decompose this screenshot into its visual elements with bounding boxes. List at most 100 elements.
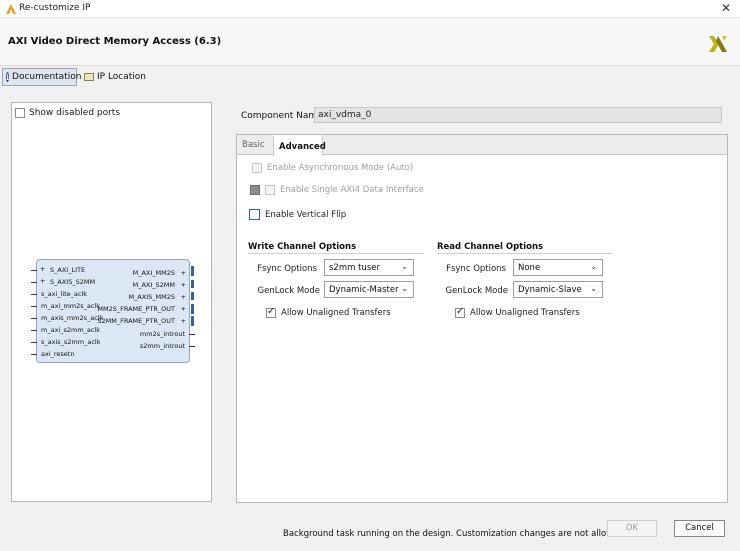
ip-heading: AXI Video Direct Memory Access (6.3) bbox=[8, 36, 222, 47]
vertical-flip-checkbox[interactable] bbox=[249, 209, 260, 220]
chevron-down-icon: ⌄ bbox=[590, 262, 597, 271]
component-name-label: Component Name bbox=[241, 111, 323, 121]
write-genlock-dropdown[interactable]: Dynamic-Master ⌄ bbox=[324, 281, 414, 298]
title-bar: Re-customize IP ✕ bbox=[0, 0, 740, 18]
port-label: s_axi_lite_aclk bbox=[41, 290, 88, 298]
port-bus-bar bbox=[191, 280, 194, 288]
port-plus: + bbox=[180, 305, 186, 313]
documentation-label: Documentation bbox=[12, 72, 82, 82]
folder-icon bbox=[84, 73, 94, 81]
read-fsync-label: Fsync Options bbox=[446, 264, 506, 274]
tab-basic[interactable]: Basic bbox=[237, 135, 273, 155]
read-genlock-value: Dynamic-Slave bbox=[518, 285, 582, 295]
port-label: S_AXI_LITE bbox=[50, 266, 86, 274]
port-pin bbox=[189, 334, 195, 335]
toolbar: i Documentation IP Location bbox=[0, 66, 740, 88]
read-fsync-value: None bbox=[518, 263, 541, 273]
write-unaligned-option[interactable]: Allow Unaligned Transfers bbox=[266, 306, 391, 318]
section-divider bbox=[437, 253, 613, 254]
port-pin bbox=[31, 318, 37, 319]
write-fsync-label: Fsync Options bbox=[257, 264, 317, 274]
tab-panel: Basic Advanced Enable Asynchronous Mode … bbox=[236, 134, 728, 503]
port-label: axi_resetn bbox=[41, 350, 75, 358]
ip-header: AXI Video Direct Memory Access (6.3) bbox=[0, 18, 740, 66]
port-bus-bar bbox=[191, 266, 194, 276]
port-pin bbox=[31, 294, 37, 295]
read-channel-title: Read Channel Options bbox=[437, 242, 544, 252]
port-label: M_AXI_S2MM bbox=[132, 281, 175, 289]
port-label: S2MM_FRAME_PTR_OUT bbox=[97, 317, 175, 325]
info-icon: i bbox=[6, 72, 10, 82]
read-fsync-dropdown[interactable]: None ⌄ bbox=[513, 259, 603, 276]
configuration-panel: Component Name Basic Advanced Enable Asy… bbox=[236, 100, 728, 505]
chevron-down-icon: ⌄ bbox=[401, 262, 408, 271]
write-unaligned-checkbox[interactable] bbox=[266, 306, 276, 318]
port-plus: + bbox=[180, 317, 186, 325]
read-genlock-dropdown[interactable]: Dynamic-Slave ⌄ bbox=[513, 281, 603, 298]
port-label: m_axi_mm2s_aclk bbox=[41, 302, 101, 310]
port-pin bbox=[31, 330, 37, 331]
port-pin bbox=[31, 306, 37, 307]
async-mode-checkbox bbox=[252, 163, 262, 173]
show-disabled-ports-option[interactable]: Show disabled ports bbox=[15, 108, 120, 118]
ip-symbol-block[interactable]: + S_AXI_LITE + S_AXIS_S2MM s_axi_lite_ac… bbox=[31, 259, 195, 363]
tab-advanced[interactable]: Advanced bbox=[273, 135, 326, 156]
port-bus-bar bbox=[191, 304, 194, 314]
port-plus: + bbox=[180, 269, 186, 277]
port-bus-bar bbox=[191, 292, 194, 300]
close-icon[interactable]: ✕ bbox=[718, 1, 734, 17]
single-axi4-checkbox bbox=[265, 185, 275, 195]
single-axi4-option: Enable Single AXI4 Data Interface bbox=[250, 185, 424, 195]
read-unaligned-checkbox[interactable] bbox=[455, 306, 465, 318]
status-message: Background task running on the design. C… bbox=[283, 529, 624, 539]
read-unaligned-option[interactable]: Allow Unaligned Transfers bbox=[455, 306, 580, 318]
port-label: M_AXIS_MM2S bbox=[128, 293, 175, 301]
vivado-app-icon bbox=[6, 4, 16, 14]
tab-strip: Basic Advanced bbox=[237, 135, 727, 156]
read-unaligned-label: Allow Unaligned Transfers bbox=[470, 308, 580, 318]
write-genlock-label: GenLock Mode bbox=[257, 286, 320, 296]
port-pin bbox=[31, 282, 37, 283]
single-axi4-label: Enable Single AXI4 Data Interface bbox=[280, 185, 424, 195]
xilinx-logo-icon bbox=[709, 36, 727, 52]
port-plus: + bbox=[180, 293, 186, 301]
vertical-flip-option[interactable]: Enable Vertical Flip bbox=[249, 209, 346, 220]
write-fsync-dropdown[interactable]: s2mm tuser ⌄ bbox=[324, 259, 414, 276]
port-label: MM2S_FRAME_PTR_OUT bbox=[97, 305, 175, 313]
ip-location-label: IP Location bbox=[97, 72, 147, 82]
ip-symbol-panel: Show disabled ports + S_AXI_LITE + S_AXI… bbox=[11, 102, 212, 502]
read-genlock-label: GenLock Mode bbox=[445, 286, 508, 296]
port-label: s_axis_s2mm_aclk bbox=[41, 338, 101, 346]
port-pin bbox=[189, 346, 195, 347]
chevron-down-icon: ⌄ bbox=[401, 284, 408, 293]
port-plus: + bbox=[180, 281, 186, 289]
port-label: S_AXIS_S2MM bbox=[50, 278, 96, 286]
port-label: mm2s_introut bbox=[139, 330, 185, 338]
port-bus-bar bbox=[191, 316, 194, 326]
write-channel-title: Write Channel Options bbox=[248, 242, 357, 252]
show-disabled-ports-label: Show disabled ports bbox=[29, 108, 121, 118]
async-mode-label: Enable Asynchronous Mode (Auto) bbox=[267, 163, 414, 173]
write-unaligned-label: Allow Unaligned Transfers bbox=[281, 308, 391, 318]
chevron-down-icon: ⌄ bbox=[590, 284, 597, 293]
ip-location-button[interactable]: IP Location bbox=[81, 68, 149, 86]
port-label: M_AXI_MM2S bbox=[132, 269, 175, 277]
cancel-button[interactable]: Cancel bbox=[674, 520, 725, 537]
port-plus: + bbox=[40, 277, 46, 285]
documentation-button[interactable]: i Documentation bbox=[2, 68, 81, 86]
write-genlock-value: Dynamic-Master bbox=[329, 285, 399, 295]
info-icon bbox=[250, 185, 260, 195]
show-disabled-ports-checkbox[interactable] bbox=[15, 108, 25, 118]
window-title: Re-customize IP bbox=[19, 3, 91, 13]
component-name-input[interactable] bbox=[314, 107, 722, 123]
vertical-flip-label: Enable Vertical Flip bbox=[265, 209, 347, 220]
write-fsync-value: s2mm tuser bbox=[329, 263, 380, 273]
port-pin bbox=[31, 270, 37, 271]
ok-button[interactable]: OK bbox=[607, 520, 657, 537]
section-divider bbox=[248, 253, 424, 254]
port-label: m_axi_s2mm_aclk bbox=[41, 326, 101, 334]
async-mode-option: Enable Asynchronous Mode (Auto) bbox=[252, 163, 413, 173]
port-pin bbox=[31, 354, 37, 355]
port-label: s2mm_introut bbox=[139, 342, 185, 350]
port-plus: + bbox=[40, 265, 46, 273]
